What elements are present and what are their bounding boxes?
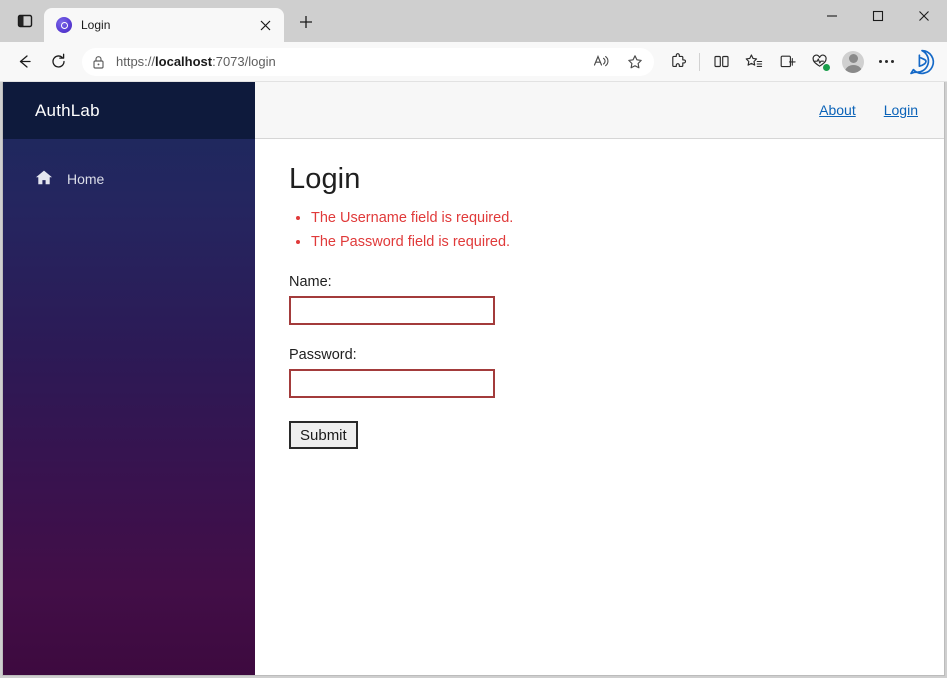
lock-icon: [92, 55, 108, 69]
collections-icon[interactable]: [771, 47, 803, 77]
browser-window: Login https://localhost:7073/login AuthL…: [0, 0, 947, 678]
browser-toolbar: [662, 45, 939, 79]
validation-error-item: The Username field is required.: [311, 206, 944, 230]
page-body: Login The Username field is required. Th…: [255, 139, 944, 675]
url-host: localhost: [155, 54, 213, 69]
settings-ellipsis-icon[interactable]: [870, 47, 902, 77]
nav-link-login[interactable]: Login: [884, 102, 918, 118]
browser-essentials-icon[interactable]: [804, 47, 836, 77]
form-group-password: Password:: [289, 347, 944, 398]
avatar: [842, 50, 864, 73]
sidebar-item-label: Home: [67, 171, 105, 187]
extensions-puzzle-icon[interactable]: [662, 47, 694, 77]
split-screen-icon[interactable]: [705, 47, 737, 77]
top-navbar: About Login: [255, 82, 944, 139]
toolbar-divider: [699, 52, 700, 71]
validation-error-item: The Password field is required.: [311, 230, 944, 254]
content-area: About Login Login The Username field is …: [255, 82, 944, 675]
window-controls: [809, 0, 947, 42]
password-input[interactable]: [289, 369, 495, 398]
url-scheme: https://: [116, 54, 156, 69]
brand-header[interactable]: AuthLab: [3, 82, 255, 139]
page-viewport: AuthLab Home About Login Login • The Use…: [2, 82, 945, 676]
sidebar-item-home[interactable]: Home: [3, 161, 255, 197]
browser-tab[interactable]: Login: [44, 8, 284, 42]
nav-link-about[interactable]: About: [819, 102, 856, 118]
url-text: https://localhost:7073/login: [116, 54, 580, 69]
maximize-icon[interactable]: [855, 0, 901, 32]
close-icon[interactable]: [254, 14, 276, 36]
sidebar: AuthLab Home: [3, 82, 255, 675]
profile-avatar-icon[interactable]: [837, 47, 869, 77]
name-input[interactable]: [289, 296, 495, 325]
sidebar-nav: Home: [3, 139, 255, 197]
reload-icon[interactable]: [42, 47, 74, 77]
new-tab-button[interactable]: [292, 8, 320, 36]
read-aloud-icon[interactable]: [588, 50, 614, 74]
url-path: :7073/login: [212, 54, 276, 69]
tab-title: Login: [81, 18, 111, 32]
minimize-icon[interactable]: [809, 0, 855, 32]
status-badge: [822, 62, 831, 72]
address-bar[interactable]: https://localhost:7073/login: [82, 47, 654, 76]
password-label: Password:: [289, 347, 357, 363]
form-group-name: Name:: [289, 274, 944, 325]
back-arrow-icon[interactable]: [8, 47, 40, 77]
close-icon[interactable]: [901, 0, 947, 32]
aspnet-favicon: [56, 17, 72, 33]
validation-summary: The Username field is required. The Pass…: [289, 206, 944, 254]
copilot-bing-icon[interactable]: [905, 45, 939, 79]
submit-button[interactable]: Submit: [289, 421, 358, 449]
favorites-star-list-icon[interactable]: [738, 47, 770, 77]
address-bar-row: https://localhost:7073/login: [0, 42, 947, 82]
tab-actions-icon[interactable]: [10, 7, 40, 35]
page-title: Login: [289, 163, 361, 195]
home-icon: [35, 169, 53, 189]
brand-title: AuthLab: [35, 100, 100, 120]
star-icon[interactable]: [622, 50, 648, 74]
tab-strip: Login: [0, 0, 947, 42]
name-label: Name:: [289, 274, 332, 290]
